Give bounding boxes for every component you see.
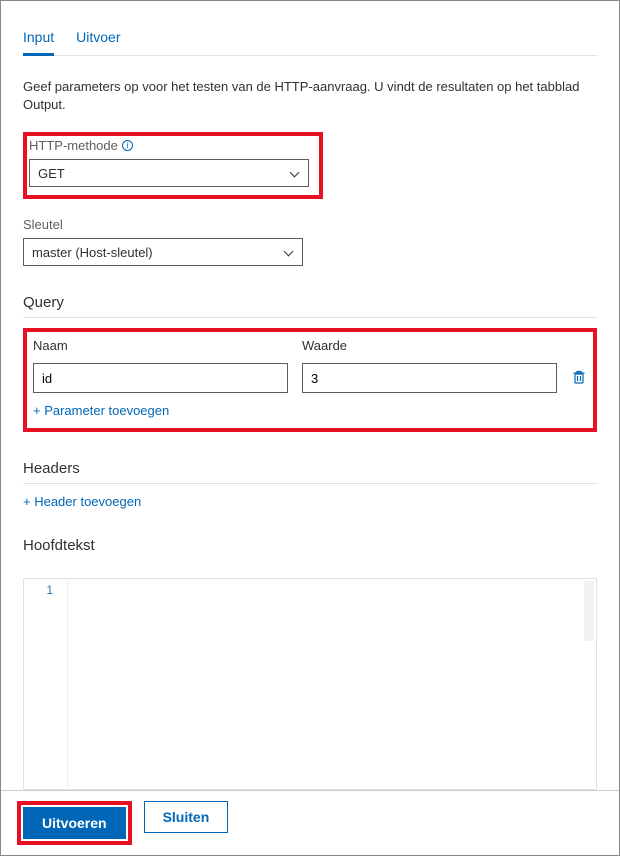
footer: Uitvoeren Sluiten <box>1 790 619 855</box>
key-value: master (Host-sleutel) <box>32 245 153 260</box>
http-method-label-text: HTTP-methode <box>29 138 118 153</box>
key-select[interactable]: master (Host-sleutel) <box>23 238 303 266</box>
minimap <box>584 581 594 641</box>
http-method-label: HTTP-methode i <box>29 138 313 153</box>
tab-input[interactable]: Input <box>23 19 54 55</box>
line-number-gutter: 1 <box>24 579 68 789</box>
tab-output[interactable]: Uitvoer <box>76 19 120 55</box>
headers-title: Headers <box>23 460 597 484</box>
add-header-link[interactable]: + Header toevoegen <box>23 494 597 509</box>
run-button[interactable]: Uitvoeren <box>23 807 126 839</box>
query-headers: Naam Waarde <box>33 338 587 353</box>
close-button[interactable]: Sluiten <box>144 801 229 833</box>
info-icon[interactable]: i <box>122 140 133 151</box>
query-value-header: Waarde <box>302 338 543 353</box>
tabs: Input Uitvoer <box>23 19 597 56</box>
query-row <box>33 363 587 393</box>
query-value-input[interactable] <box>302 363 557 393</box>
http-method-value: GET <box>38 166 65 181</box>
description-text: Geef parameters op voor het testen van d… <box>23 78 597 114</box>
body-title: Hoofdtekst <box>23 537 597 560</box>
code-area[interactable] <box>68 579 596 789</box>
chevron-down-icon <box>290 168 300 178</box>
key-label: Sleutel <box>23 217 597 232</box>
chevron-down-icon <box>284 247 294 257</box>
body-editor[interactable]: 1 <box>23 578 597 790</box>
query-title: Query <box>23 294 597 318</box>
query-name-input[interactable] <box>33 363 288 393</box>
http-method-select[interactable]: GET <box>29 159 309 187</box>
add-parameter-link[interactable]: + Parameter toevoegen <box>33 403 587 418</box>
delete-icon[interactable] <box>571 369 587 388</box>
query-name-header: Naam <box>33 338 274 353</box>
